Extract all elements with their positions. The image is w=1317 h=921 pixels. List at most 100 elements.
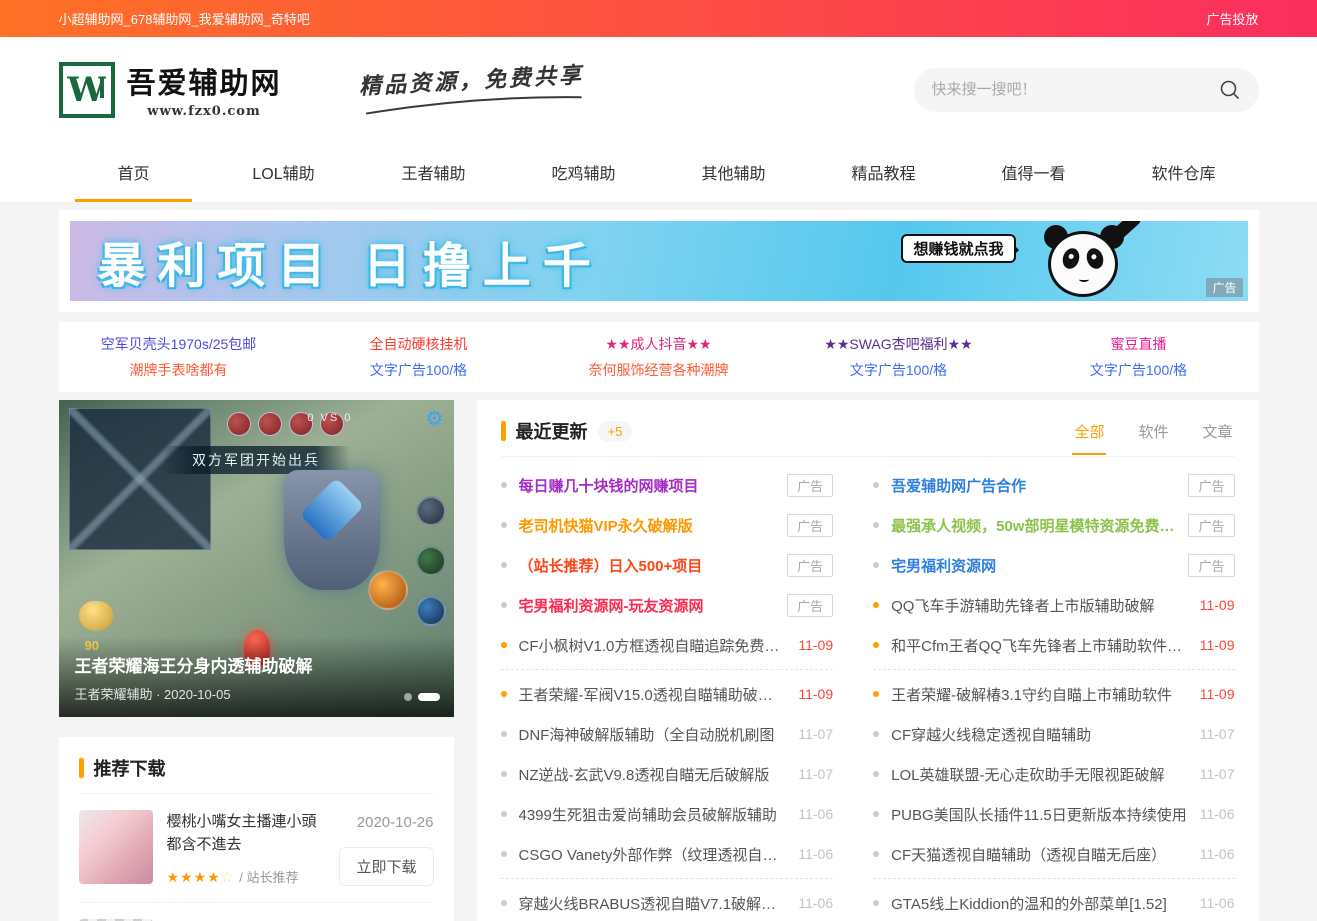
banner-headline: 暴利项目 日撸上千	[98, 226, 603, 296]
update-list-item[interactable]: 4399生死狙击爱尚辅助会员破解版辅助11-06	[501, 794, 834, 834]
item-date: 11-09	[798, 686, 833, 702]
panda-mouth-icon	[1079, 277, 1089, 282]
update-list-item[interactable]: 宅男福利资源网-玩友资源网广告	[501, 585, 834, 625]
text-ad-link[interactable]: ★★SWAG杏吧福利★★	[779, 331, 1019, 357]
bullet-icon	[873, 900, 879, 906]
site-url: www.fzx0.com	[127, 104, 282, 119]
update-list-item[interactable]: PUBG美国队长插件11.5日更新版本持续使用11-06	[873, 794, 1234, 834]
update-list-item[interactable]: CF天猫透视自瞄辅助（透视自瞄无后座）11-06	[873, 834, 1234, 874]
text-ad-link[interactable]: 文字广告100/格	[299, 357, 539, 383]
download-now-button[interactable]: 立即下载	[339, 847, 433, 886]
bullet-icon	[501, 602, 507, 608]
update-list-item[interactable]: QQ飞车手游辅助先锋者上市版辅助破解11-09	[873, 585, 1234, 625]
update-list-item[interactable]: 每日赚几十块钱的网赚项目广告	[501, 465, 834, 505]
update-list-item[interactable]: 最强承人视频，50w部明星模特资源免费共享广告	[873, 505, 1234, 545]
nav-item-4[interactable]: 其他辅助	[659, 142, 809, 202]
search-input[interactable]	[932, 81, 1219, 98]
recent-tab-0[interactable]: 全部	[1072, 421, 1106, 455]
bullet-icon	[501, 482, 507, 488]
text-ad-link[interactable]: 奈何服饰经营各种潮牌	[539, 357, 779, 383]
nav-item-1[interactable]: LOL辅助	[209, 142, 359, 202]
featured-slider[interactable]: 双方军团开始出兵 0 VS 0 ⚙ 90 王者荣耀海王分身内透辅助破解 王者荣耀…	[59, 400, 454, 717]
dashed-divider	[873, 878, 1234, 879]
stars-filled-icon: ★★★★	[167, 869, 221, 885]
recommend-item[interactable]: 据传东北某大学女老师，白天教学晚上直播，不雅视频...2020-10-19立即下…	[79, 903, 434, 921]
item-date: 11-06	[1200, 895, 1235, 911]
update-list-item[interactable]: NZ逆战-玄武V9.8透视自瞄无后破解版11-07	[501, 754, 834, 794]
recommend-item[interactable]: 樱桃小嘴女主播連小頭都含不進去★★★★☆/ 站长推荐2020-10-26立即下载	[79, 794, 434, 903]
bullet-icon	[501, 691, 507, 697]
nav-item-2[interactable]: 王者辅助	[359, 142, 509, 202]
item-title: 吾爱辅助网广告合作	[891, 475, 1188, 496]
dashed-divider	[501, 878, 834, 879]
ad-badge: 广告	[787, 594, 833, 617]
friend-links[interactable]: 小超辅助网_678辅助网_我爱辅助网_奇特吧	[59, 9, 310, 28]
search-box	[914, 68, 1259, 112]
slide-caption: 王者荣耀海王分身内透辅助破解 王者荣耀辅助 · 2020-10-05	[59, 636, 454, 717]
text-ad-link[interactable]: 文字广告100/格	[1019, 357, 1259, 383]
item-date: 11-09	[1200, 686, 1235, 702]
item-date: 11-06	[1200, 846, 1235, 862]
nav-item-5[interactable]: 精品教程	[809, 142, 959, 202]
game-score: 0 VS 0	[307, 412, 352, 424]
text-ad-link[interactable]: 文字广告100/格	[779, 357, 1019, 383]
text-ad-slot-1: 全自动硬核挂机文字广告100/格	[299, 331, 539, 383]
item-title: QQ飞车手游辅助先锋者上市版辅助破解	[891, 595, 1200, 616]
slider-dot-active[interactable]	[418, 693, 440, 701]
text-ad-link[interactable]: ★★成人抖音★★	[539, 331, 779, 357]
item-title: PUBG美国队长插件11.5日更新版本持续使用	[891, 804, 1200, 825]
item-date: 11-09	[1200, 637, 1235, 653]
update-list-item[interactable]: 吾爱辅助网广告合作广告	[873, 465, 1234, 505]
nav-item-3[interactable]: 吃鸡辅助	[509, 142, 659, 202]
skill-button	[368, 570, 408, 610]
item-title: 最强承人视频，50w部明星模特资源免费共享	[891, 515, 1188, 536]
recent-tab-1[interactable]: 软件	[1136, 421, 1170, 455]
item-date: 11-07	[798, 726, 833, 742]
update-list-item[interactable]: CF小枫树V1.0方框透视自瞄追踪免费辅助11-09	[501, 625, 834, 665]
panda-eye-icon	[1084, 246, 1106, 271]
update-list-item[interactable]: 老司机快猫VIP永久破解版广告	[501, 505, 834, 545]
text-ad-link[interactable]: 潮牌手表啥都有	[59, 357, 299, 383]
item-date: 11-06	[798, 846, 833, 862]
bullet-icon	[873, 482, 879, 488]
update-list-item[interactable]: CSGO Vanety外部作弊（纹理透视自瞄）11-06	[501, 834, 834, 874]
bullet-icon	[873, 642, 879, 648]
update-list-item[interactable]: LOL英雄联盟-无心走砍助手无限视距破解11-07	[873, 754, 1234, 794]
nav-item-6[interactable]: 值得一看	[959, 142, 1109, 202]
update-list-item[interactable]: CF穿越火线稳定透视自瞄辅助11-07	[873, 714, 1234, 754]
site-name: 吾爱辅助网	[127, 60, 282, 102]
text-ad-link[interactable]: 空军贝壳头1970s/25包邮	[59, 331, 299, 357]
update-list-item[interactable]: 和平Cfm王者QQ飞车先锋者上市辅助软件破解11-09	[873, 625, 1234, 665]
update-list-item[interactable]: 王者荣耀-破解椿3.1守约自瞄上市辅助软件11-09	[873, 674, 1234, 714]
bullet-icon	[873, 851, 879, 857]
minimap	[69, 408, 211, 550]
item-title: CF天猫透视自瞄辅助（透视自瞄无后座）	[891, 844, 1200, 865]
slider-dot[interactable]	[404, 693, 412, 701]
text-ad-link[interactable]: 全自动硬核挂机	[299, 331, 539, 357]
update-list-item[interactable]: 穿越火线BRABUS透视自瞄V7.1破解版本11-06	[501, 883, 834, 921]
bullet-icon	[501, 811, 507, 817]
item-title: 王者荣耀-破解椿3.1守约自瞄上市辅助软件	[891, 684, 1200, 705]
update-list-item[interactable]: 宅男福利资源网广告	[873, 545, 1234, 585]
recent-tab-2[interactable]: 文章	[1200, 421, 1234, 455]
recommend-item-title[interactable]: 樱桃小嘴女主播連小頭都含不進去	[167, 810, 322, 857]
item-title: CSGO Vanety外部作弊（纹理透视自瞄）	[519, 844, 799, 865]
item-title: 每日赚几十块钱的网赚项目	[519, 475, 788, 496]
promo-banner[interactable]: 暴利项目 日撸上千 想赚钱就点我 广告	[70, 221, 1248, 301]
update-list-item[interactable]: （站长推荐）日入500+项目广告	[501, 545, 834, 585]
update-list-item[interactable]: GTA5线上Kiddion的温和的外部菜单[1.52]11-06	[873, 883, 1234, 921]
search-icon[interactable]	[1219, 79, 1241, 101]
item-title: CF穿越火线稳定透视自瞄辅助	[891, 724, 1200, 745]
update-list-item[interactable]: 王者荣耀-军阀V15.0透视自瞄辅助破解版11-09	[501, 674, 834, 714]
text-ad-link[interactable]: 蜜豆直播	[1019, 331, 1259, 357]
dashed-divider	[873, 669, 1234, 670]
nav-item-7[interactable]: 软件仓库	[1109, 142, 1259, 202]
rating-note: / 站长推荐	[239, 870, 298, 885]
recent-title: 最近更新	[516, 418, 588, 444]
nav-item-0[interactable]: 首页	[59, 142, 209, 202]
bullet-icon	[501, 851, 507, 857]
update-list-item[interactable]: DNF海神破解版辅助（全自动脱机刷图11-07	[501, 714, 834, 754]
ad-placement-link[interactable]: 广告投放	[1206, 9, 1258, 28]
site-logo[interactable]: W 吾爱辅助网 www.fzx0.com	[59, 60, 282, 119]
slide-title[interactable]: 王者荣耀海王分身内透辅助破解	[75, 652, 438, 677]
